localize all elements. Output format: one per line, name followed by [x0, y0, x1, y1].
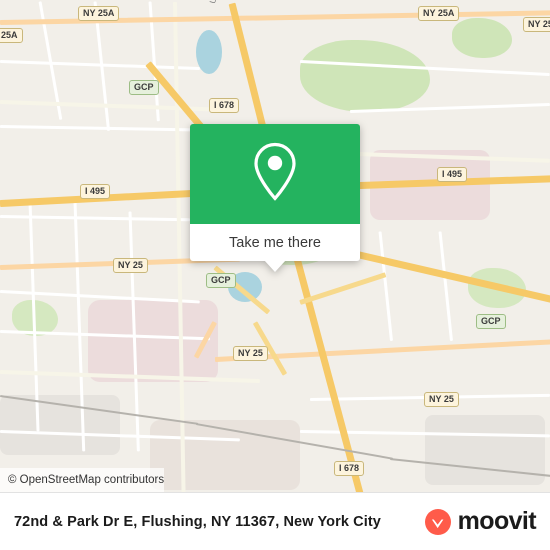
- road-shield-ny25: NY 25: [233, 346, 268, 361]
- road-shield-i678: I 678: [209, 98, 240, 113]
- road-shield-i495: I 495: [437, 167, 468, 182]
- motorway-ramp: [299, 272, 387, 305]
- secondary-road: [173, 1, 186, 492]
- location-popup[interactable]: Take me there: [190, 124, 360, 272]
- take-me-there-button[interactable]: Take me there: [190, 224, 360, 272]
- popup-pin-panel: [190, 124, 360, 224]
- minor-road: [438, 231, 453, 342]
- address-label: 72nd & Park Dr E, Flushing, NY 11367, Ne…: [14, 513, 381, 530]
- park-area: [300, 40, 430, 112]
- moovit-logo[interactable]: moovit: [424, 507, 537, 536]
- road-shield-gcp: GCP: [476, 314, 506, 329]
- residential-area: [88, 300, 218, 382]
- minor-road: [0, 125, 200, 132]
- map-canvas[interactable]: Utopia Pkwy NY 25A NY 25A NY 25 25A GCP …: [0, 0, 550, 492]
- residential-area: [150, 420, 300, 490]
- moovit-mark-icon: [424, 508, 451, 535]
- take-me-there-label: Take me there: [229, 234, 321, 251]
- road-shield-ny25a: NY 25A: [78, 6, 120, 21]
- road-shield-25a: 25A: [0, 28, 23, 43]
- road-shield-gcp: GCP: [129, 80, 159, 95]
- attribution-text: © OpenStreetMap contributors: [8, 474, 165, 486]
- road-shield-ny25a: NY 25A: [418, 6, 460, 21]
- popup-tail: [264, 260, 286, 272]
- park-area: [452, 18, 512, 58]
- moovit-wordmark: moovit: [457, 507, 537, 535]
- minor-road: [378, 231, 393, 342]
- road-shield-gcp: GCP: [206, 273, 236, 288]
- map-screenshot: Utopia Pkwy NY 25A NY 25A NY 25 25A GCP …: [0, 0, 550, 550]
- street-label-utopia-pkwy: Utopia Pkwy: [208, 0, 230, 5]
- road-shield-ny25: NY 25: [424, 392, 459, 407]
- footer-bar: 72nd & Park Dr E, Flushing, NY 11367, Ne…: [0, 492, 550, 550]
- road-shield-ny25: NY 25: [113, 258, 148, 273]
- road-shield-i678: I 678: [334, 461, 365, 476]
- road-shield-ny25: NY 25: [523, 17, 550, 32]
- secondary-road: [0, 100, 230, 113]
- map-attribution[interactable]: © OpenStreetMap contributors: [0, 468, 165, 492]
- map-pin-icon: [252, 142, 298, 206]
- road-shield-i495: I 495: [80, 184, 111, 199]
